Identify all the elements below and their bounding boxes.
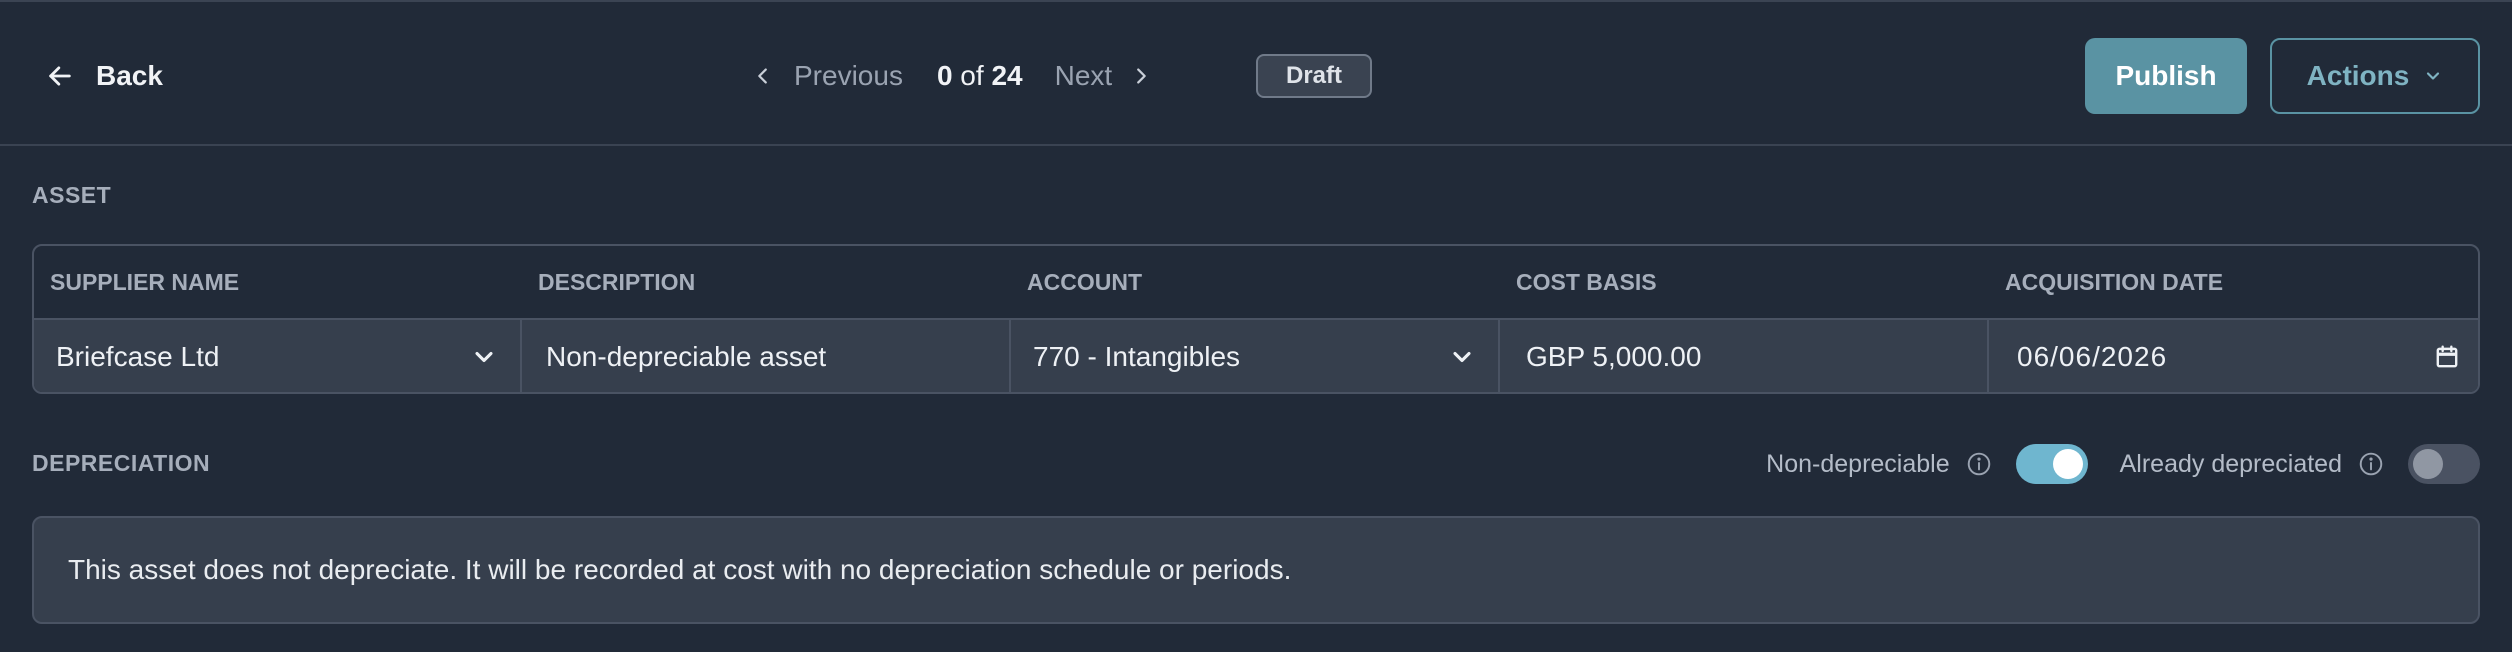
chevron-down-icon bbox=[1453, 351, 1471, 363]
actions-label: Actions bbox=[2306, 60, 2410, 91]
chevron-left-icon bbox=[758, 68, 767, 84]
depreciation-note-text: This asset does not depreciate. It will … bbox=[68, 554, 1292, 585]
next-label: Next bbox=[1054, 60, 1113, 91]
acquisition-date-header: ACQUISITION DATE bbox=[2005, 268, 2224, 295]
cost-basis-field[interactable]: GBP 5,000.00 bbox=[1500, 318, 1989, 392]
record-pager: Previous 0 of 24 Next bbox=[752, 54, 1152, 98]
asset-section-title: ASSET bbox=[32, 182, 112, 208]
arrow-left-icon bbox=[49, 66, 71, 86]
top-toolbar: Back Previous 0 of 24 Next Draft Publish… bbox=[0, 2, 2512, 146]
actions-dropdown-button[interactable]: Actions bbox=[2270, 38, 2480, 114]
description-field[interactable]: Non-depreciable asset bbox=[522, 318, 1011, 392]
record-position: 0 of 24 bbox=[937, 60, 1023, 92]
supplier-name-header: SUPPLIER NAME bbox=[50, 268, 240, 295]
supplier-name-value: Briefcase Ltd bbox=[56, 341, 220, 372]
calendar-icon[interactable] bbox=[2434, 344, 2460, 370]
previous-button[interactable]: Previous bbox=[752, 60, 903, 92]
account-select[interactable]: 770 - Intangibles bbox=[1011, 318, 1500, 392]
asset-fields-table: SUPPLIER NAME DESCRIPTION ACCOUNT COST B… bbox=[32, 244, 2480, 394]
acquisition-date-field[interactable]: 06/06/2026 bbox=[1989, 318, 2478, 392]
supplier-name-select[interactable]: Briefcase Ltd bbox=[34, 318, 522, 392]
toggle-knob bbox=[2052, 449, 2083, 479]
acquisition-date-value: 06/06/2026 bbox=[2017, 341, 2168, 372]
chevron-down-icon bbox=[475, 351, 493, 363]
chevron-down-icon bbox=[2427, 72, 2440, 80]
non-depreciable-toggle[interactable] bbox=[2015, 444, 2088, 484]
chevron-right-icon bbox=[1137, 68, 1146, 84]
status-badge: Draft bbox=[1256, 54, 1372, 98]
depreciation-section-title: DEPRECIATION bbox=[32, 450, 211, 476]
depreciation-note: This asset does not depreciate. It will … bbox=[32, 516, 2480, 624]
publish-button[interactable]: Publish bbox=[2085, 38, 2247, 114]
already-depreciated-toggle[interactable] bbox=[2408, 444, 2480, 484]
position-of: of bbox=[960, 60, 984, 91]
already-depreciated-label: Already depreciated bbox=[2119, 449, 2342, 478]
back-button[interactable]: Back bbox=[46, 54, 163, 98]
next-button[interactable]: Next bbox=[1055, 60, 1153, 92]
description-value: Non-depreciable asset bbox=[546, 341, 827, 372]
previous-label: Previous bbox=[794, 60, 903, 91]
total-count: 24 bbox=[991, 60, 1023, 91]
toggle-knob bbox=[2413, 449, 2443, 479]
info-icon[interactable] bbox=[2358, 451, 2384, 477]
asset-editor-page: Back Previous 0 of 24 Next Draft Publish… bbox=[0, 0, 2512, 652]
account-header: ACCOUNT bbox=[1027, 268, 1142, 295]
current-index: 0 bbox=[936, 60, 953, 91]
non-depreciable-label: Non-depreciable bbox=[1766, 449, 1950, 478]
cost-basis-header: COST BASIS bbox=[1516, 268, 1657, 295]
info-icon[interactable] bbox=[1966, 451, 1992, 477]
cost-basis-value: GBP 5,000.00 bbox=[1526, 341, 1702, 372]
back-label: Back bbox=[96, 60, 163, 91]
account-value: 770 - Intangibles bbox=[1033, 341, 1241, 372]
depreciation-toggles: Non-depreciable Already depreciated bbox=[1766, 442, 2480, 486]
description-header: DESCRIPTION bbox=[538, 268, 696, 295]
